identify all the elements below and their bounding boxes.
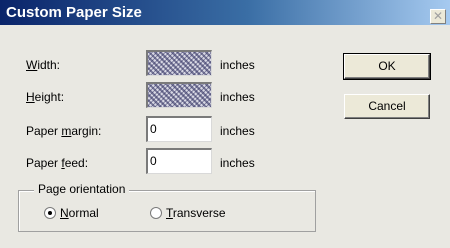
paper-feed-field[interactable]: 0: [146, 148, 212, 174]
close-icon: ✕: [432, 9, 444, 23]
page-orientation-legend: Page orientation: [34, 182, 130, 196]
title-bar[interactable]: Custom Paper Size ✕: [0, 0, 450, 25]
radio-selected-dot-icon: [48, 211, 52, 215]
height-unit: inches: [220, 90, 255, 104]
width-label: Width:: [26, 58, 61, 72]
normal-radio[interactable]: [44, 207, 56, 219]
width-unit: inches: [220, 58, 255, 72]
width-field[interactable]: [146, 50, 212, 76]
height-field[interactable]: [146, 82, 212, 108]
ok-button[interactable]: OK: [343, 53, 431, 80]
transverse-radio-label[interactable]: Transverse: [166, 206, 226, 220]
paper-margin-unit: inches: [220, 124, 255, 138]
normal-radio-label[interactable]: Normal: [60, 206, 99, 220]
custom-paper-size-dialog: Custom Paper Size ✕ Width: inches Height…: [0, 0, 450, 248]
cancel-button[interactable]: Cancel: [344, 94, 430, 119]
paper-feed-unit: inches: [220, 156, 255, 170]
height-label: Height:: [26, 90, 65, 104]
paper-feed-label: Paper feed:: [26, 156, 89, 170]
paper-margin-label: Paper margin:: [26, 124, 102, 138]
dialog-title: Custom Paper Size: [6, 4, 142, 21]
close-button[interactable]: ✕: [430, 9, 446, 24]
transverse-radio[interactable]: [150, 207, 162, 219]
paper-margin-field[interactable]: 0: [146, 116, 212, 142]
